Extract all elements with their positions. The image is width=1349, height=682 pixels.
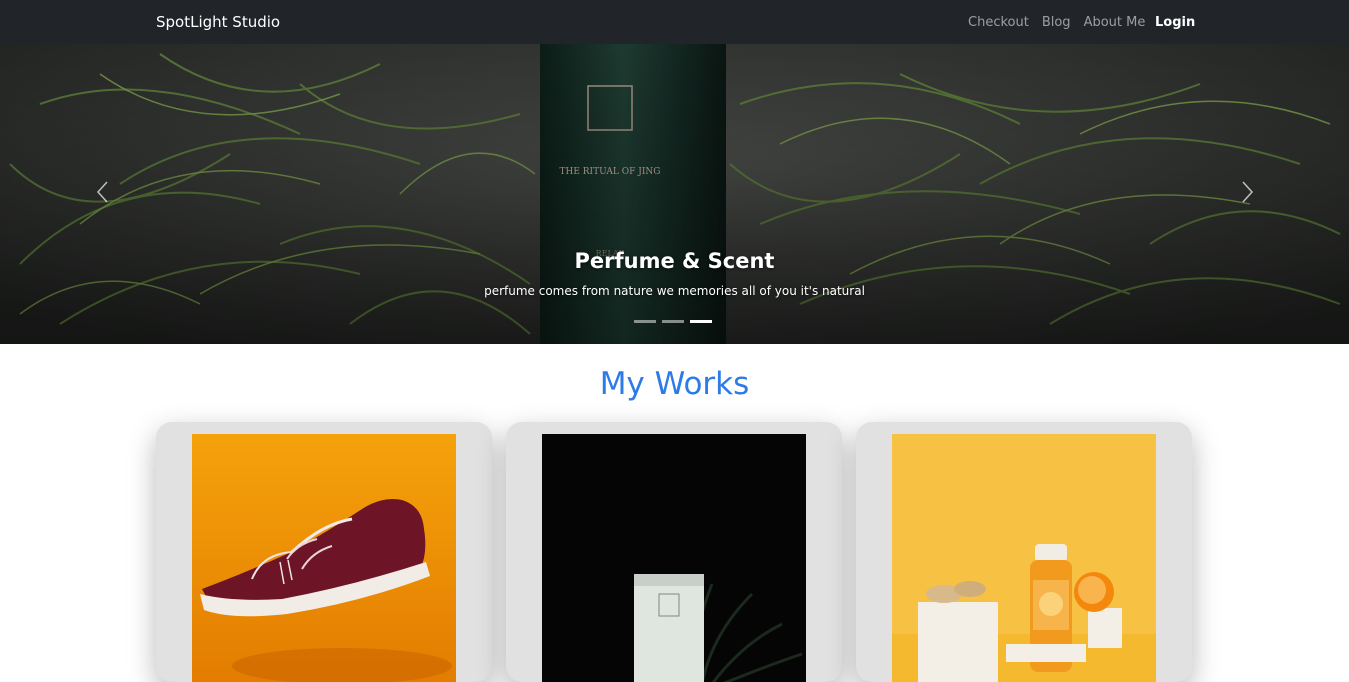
work-card[interactable] (856, 422, 1192, 682)
carousel-indicator-3[interactable] (690, 320, 712, 323)
carousel-indicator-1[interactable] (634, 320, 656, 323)
chevron-left-icon (96, 181, 108, 203)
carousel-slide-image: THE RITUAL OF JING RELAX (0, 44, 1349, 344)
carousel-indicators (634, 320, 712, 323)
brand-logo-link[interactable]: SpotLight Studio (156, 12, 280, 32)
nav-link-about-me[interactable]: About Me (1084, 14, 1146, 32)
carousel-caption-text: perfume comes from nature we memories al… (484, 284, 865, 298)
my-works-heading: My Works (599, 366, 750, 402)
sneaker-photo (192, 434, 456, 682)
carousel-next-button[interactable] (1228, 172, 1268, 212)
work-card[interactable] (506, 422, 842, 682)
juice-bottle-photo (892, 434, 1156, 682)
top-navbar: SpotLight Studio Checkout Blog About Me … (0, 0, 1349, 44)
nav-link-checkout[interactable]: Checkout (968, 14, 1029, 32)
chevron-right-icon (1242, 181, 1254, 203)
hero-carousel: THE RITUAL OF JING RELAX (0, 44, 1349, 344)
carousel-caption: Perfume & Scent perfume comes from natur… (0, 247, 1349, 299)
login-link[interactable]: Login (1155, 14, 1195, 32)
work-card[interactable] (156, 422, 492, 682)
carousel-indicator-2[interactable] (662, 320, 684, 323)
lotion-tube-photo (542, 434, 806, 682)
carousel-caption-title: Perfume & Scent (574, 249, 775, 273)
nav-link-blog[interactable]: Blog (1042, 14, 1071, 32)
nav-links: Checkout Blog About Me (968, 14, 1145, 32)
carousel-prev-button[interactable] (82, 172, 122, 212)
